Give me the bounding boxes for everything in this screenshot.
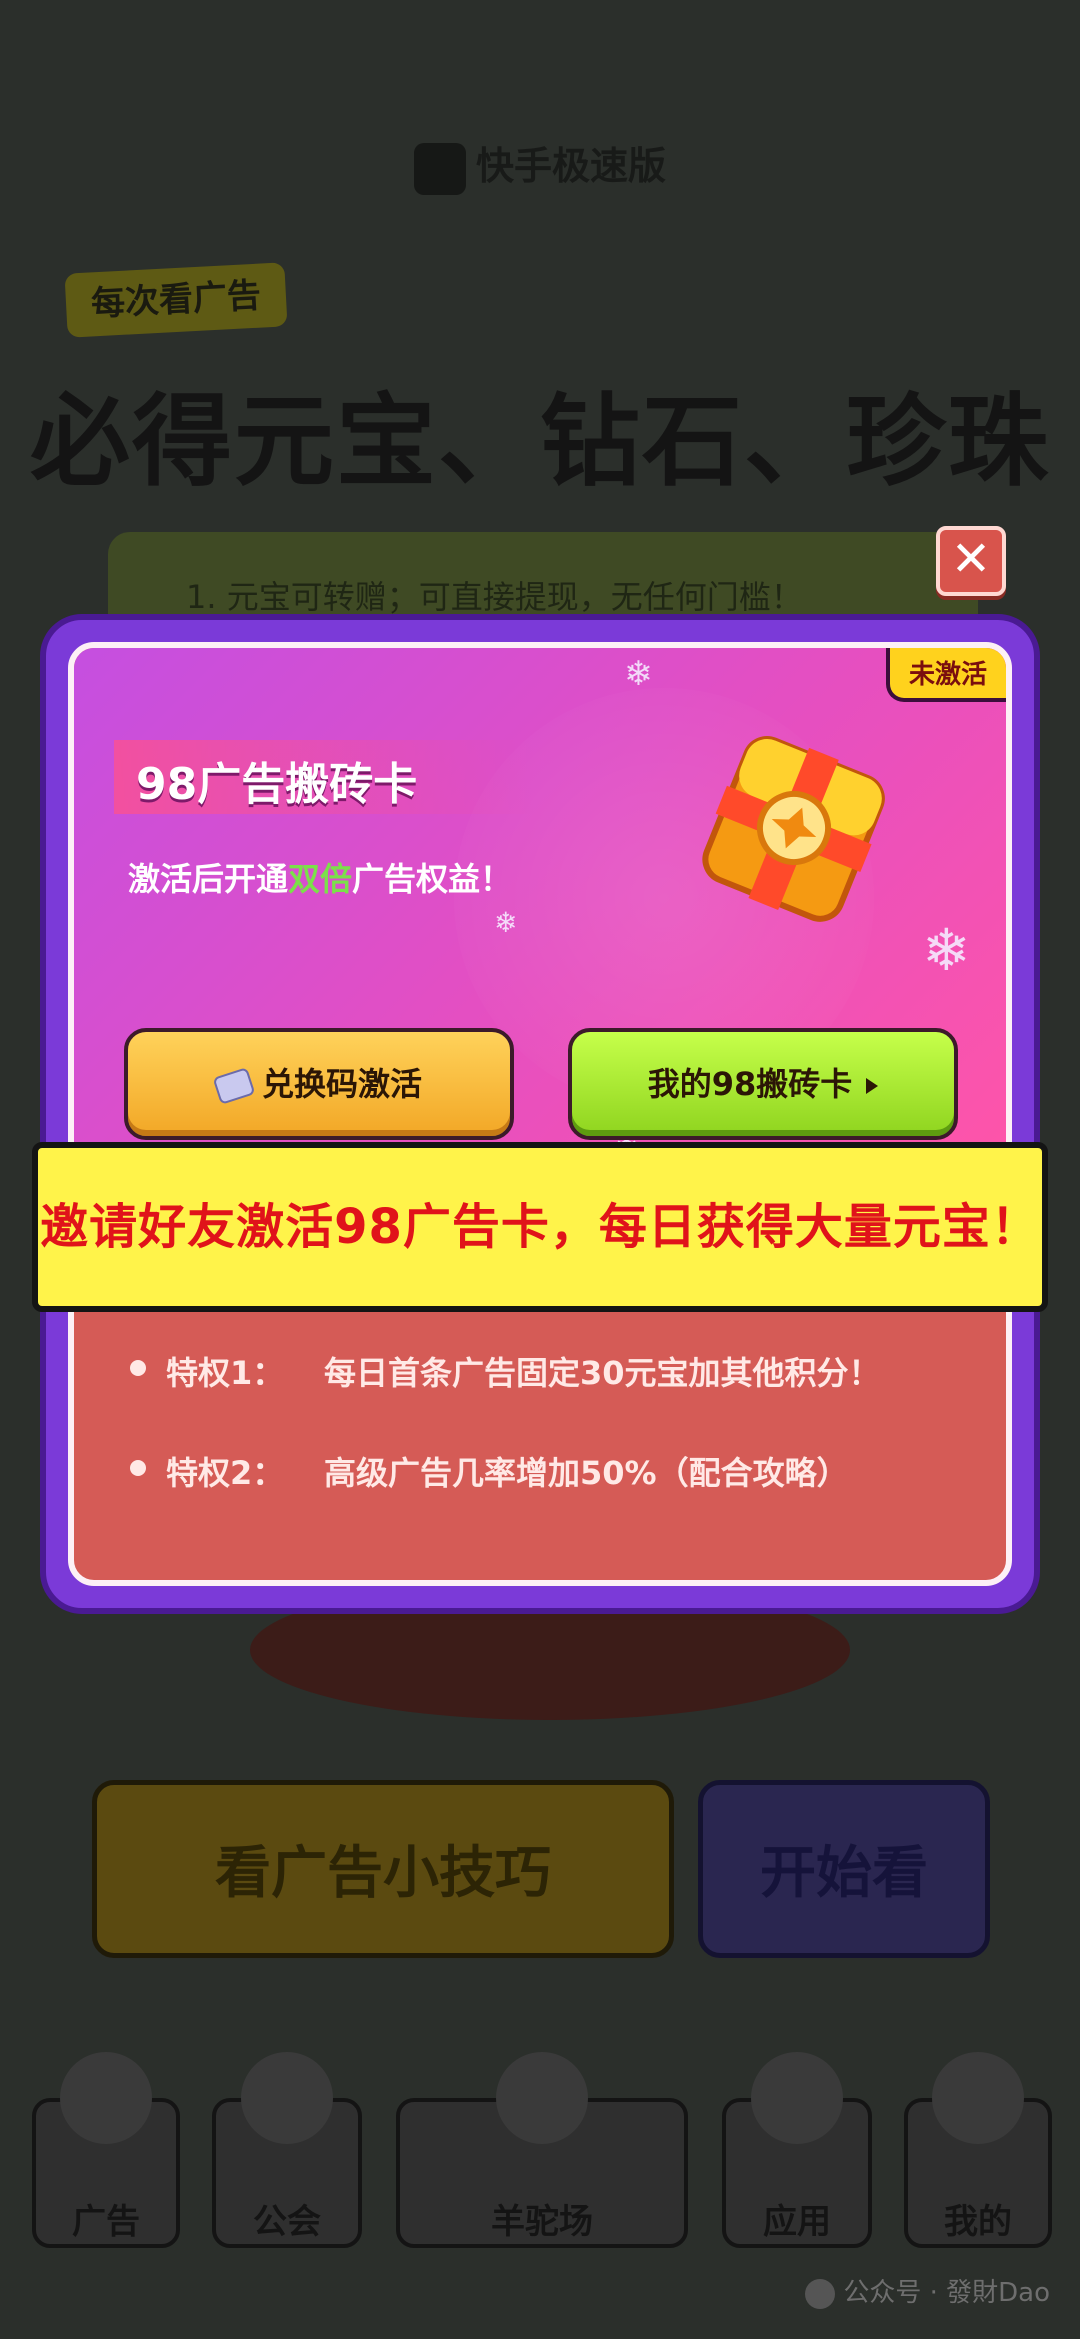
close-button[interactable]: ✕ bbox=[936, 526, 1006, 596]
subtitle-suffix: 广告权益！ bbox=[352, 860, 513, 898]
wheel-icon bbox=[60, 2052, 152, 2144]
card-modal: ❄ ❄ ❄ ❄ ❄ 未激活 98广告搬砖卡 激活后开通双倍广告权益！ 兑换码激活 bbox=[40, 614, 1040, 1614]
my-card-button[interactable]: 我的98搬砖卡 bbox=[568, 1028, 958, 1140]
nav-label: 应用 bbox=[763, 2202, 831, 2242]
list-item: 特权2： 高级广告几率增加50%（配合攻略） bbox=[130, 1448, 966, 1548]
card-hero: ❄ ❄ ❄ ❄ ❄ 未激活 98广告搬砖卡 激活后开通双倍广告权益！ 兑换码激活 bbox=[74, 648, 1006, 1188]
avatar-icon bbox=[932, 2052, 1024, 2144]
modal-body: ❄ ❄ ❄ ❄ ❄ 未激活 98广告搬砖卡 激活后开通双倍广告权益！ 兑换码激活 bbox=[68, 642, 1012, 1586]
privilege-text: 每日首条广告固定30元宝加其他积分！ bbox=[324, 1354, 881, 1392]
ad-tips-button[interactable]: 看广告小技巧 bbox=[92, 1780, 674, 1958]
nav-label: 公会 bbox=[253, 2202, 321, 2242]
bullet-icon bbox=[130, 1360, 146, 1376]
headline: 必得元宝、钻石、珍珠 bbox=[30, 383, 1050, 500]
watermark-text: 公众号 · 發財Dao bbox=[843, 2278, 1050, 2308]
nav-tab-alpaca-farm[interactable]: 羊驼场 bbox=[396, 2052, 688, 2248]
nav-label: 羊驼场 bbox=[491, 2202, 593, 2242]
shield-icon bbox=[241, 2052, 333, 2144]
start-watching-button[interactable]: 开始看 bbox=[698, 1780, 990, 1958]
ticket-icon bbox=[212, 1067, 256, 1105]
privilege-list: 特权1： 每日首条广告固定30元宝加其他积分！ 特权2： 高级广告几率增加50%（配… bbox=[130, 1348, 966, 1548]
brand-header: 快手极速版 bbox=[0, 135, 1080, 195]
wechat-icon bbox=[805, 2278, 836, 2309]
brand-name: 快手极速版 bbox=[475, 144, 666, 188]
privilege-text: 高级广告几率增加50%（配合攻略） bbox=[324, 1454, 849, 1492]
nav-label: 我的 bbox=[944, 2202, 1012, 2242]
redeem-code-button[interactable]: 兑换码激活 bbox=[124, 1028, 514, 1140]
brand-logo-icon bbox=[413, 142, 466, 195]
subtitle-highlight: 双倍 bbox=[288, 860, 353, 898]
my-card-label: 我的98搬砖卡 bbox=[647, 1065, 853, 1103]
card-subtitle: 激活后开通双倍广告权益！ bbox=[128, 854, 512, 900]
nav-tab-guild[interactable]: 公会 bbox=[212, 2052, 362, 2248]
snowflake-icon: ❄ bbox=[494, 906, 518, 939]
status-badge: 未激活 bbox=[886, 648, 1006, 702]
nav-tab-me[interactable]: 我的 bbox=[904, 2052, 1052, 2248]
chevron-right-icon bbox=[866, 1078, 879, 1094]
nav-label: 广告 bbox=[72, 2202, 140, 2242]
gift-box-icon bbox=[702, 736, 885, 922]
bullet-icon bbox=[130, 1460, 146, 1476]
ad-tag: 每次看广告 bbox=[64, 262, 288, 338]
privilege-label: 特权1： bbox=[166, 1354, 285, 1392]
nav-tab-apps[interactable]: 应用 bbox=[722, 2052, 872, 2248]
nav-tab-ads[interactable]: 广告 bbox=[32, 2052, 180, 2248]
watermark: 公众号 · 發財Dao bbox=[805, 2272, 1050, 2309]
card-title: 98广告搬砖卡 bbox=[136, 759, 418, 810]
invite-banner: 邀请好友激活98广告卡，每日获得大量元宝！ bbox=[32, 1142, 1048, 1312]
list-item: 特权1： 每日首条广告固定30元宝加其他积分！ bbox=[130, 1348, 966, 1448]
redeem-label: 兑换码激活 bbox=[261, 1065, 422, 1103]
snowflake-icon: ❄ bbox=[624, 654, 653, 694]
app-icon bbox=[751, 2052, 843, 2144]
alpaca-icon bbox=[496, 2052, 588, 2144]
snowflake-icon: ❄ bbox=[922, 916, 971, 984]
rule-line: 1. 元宝可转赠；可直接提现，无任何门槛！ bbox=[186, 578, 803, 616]
subtitle-prefix: 激活后开通 bbox=[128, 860, 289, 898]
privilege-label: 特权2： bbox=[166, 1454, 285, 1492]
